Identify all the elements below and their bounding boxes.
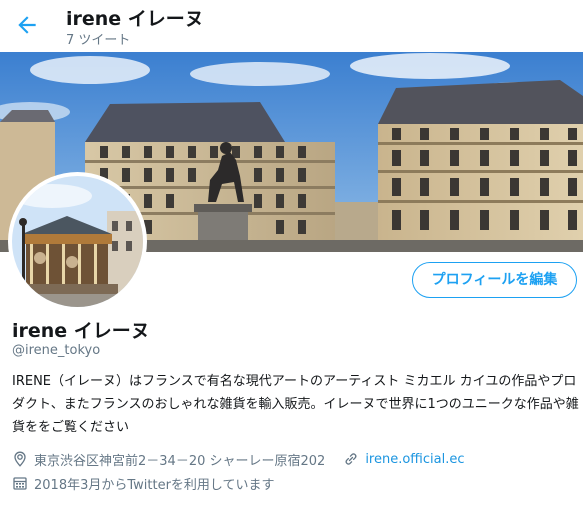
profile-bio: IRENE（イレーヌ）はフランスで有名な現代アートのアーティスト ミカエル カイ… — [12, 374, 579, 435]
arrow-left-icon — [18, 16, 36, 34]
profile-location-row: 東京渋谷区神宮前2－34－20 シャーレー原宿202 irene.officia… — [12, 449, 465, 469]
profile-website-link[interactable]: irene.official.ec — [365, 452, 464, 467]
back-button[interactable] — [14, 12, 40, 38]
profile-avatar[interactable] — [8, 172, 147, 311]
profile-joined-date: 2018年3月からTwitterを利用しています — [34, 477, 275, 493]
edit-profile-button[interactable]: プロフィールを編集 — [412, 262, 577, 298]
profile-name: irene イレーヌ — [12, 320, 150, 342]
profile-joined-row: 2018年3月からTwitterを利用しています — [12, 473, 275, 493]
profile-website-group: irene.official.ec — [343, 451, 465, 467]
top-bar: irene イレーヌ 7 ツイート — [0, 0, 583, 52]
calendar-icon — [12, 475, 28, 491]
map-pin-icon — [12, 451, 28, 467]
profile-handle: @irene_tokyo — [12, 343, 101, 358]
link-icon — [343, 451, 359, 467]
profile-location: 東京渋谷区神宮前2－34－20 シャーレー原宿202 — [34, 453, 326, 469]
tweet-count: 7 ツイート — [66, 33, 131, 48]
header-title: irene イレーヌ — [66, 8, 204, 30]
